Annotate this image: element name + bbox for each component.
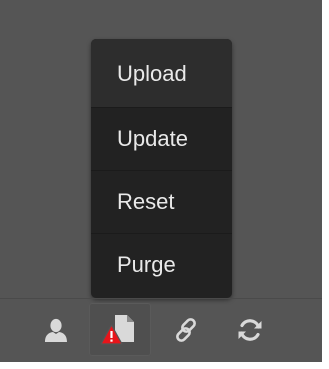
menu-item-label: Reset bbox=[117, 189, 175, 214]
menu-item-upload[interactable]: Upload bbox=[91, 39, 232, 107]
app-panel: Upload Update Reset Purge bbox=[0, 0, 322, 362]
dropdown-menu: Upload Update Reset Purge bbox=[91, 39, 232, 298]
menu-item-label: Update bbox=[117, 126, 188, 151]
refresh-button[interactable] bbox=[230, 303, 270, 356]
menu-item-purge[interactable]: Purge bbox=[91, 233, 232, 296]
link-button[interactable] bbox=[166, 303, 206, 356]
link-icon bbox=[173, 317, 199, 343]
user-button[interactable] bbox=[36, 303, 76, 356]
user-icon bbox=[43, 317, 69, 343]
menu-item-label: Purge bbox=[117, 252, 176, 277]
file-warning-icon bbox=[98, 313, 142, 347]
file-warning-button[interactable] bbox=[89, 303, 151, 356]
toolbar-divider bbox=[0, 298, 322, 299]
menu-item-update[interactable]: Update bbox=[91, 107, 232, 170]
menu-item-reset[interactable]: Reset bbox=[91, 170, 232, 233]
refresh-icon bbox=[237, 317, 263, 343]
menu-item-label: Upload bbox=[117, 61, 187, 86]
